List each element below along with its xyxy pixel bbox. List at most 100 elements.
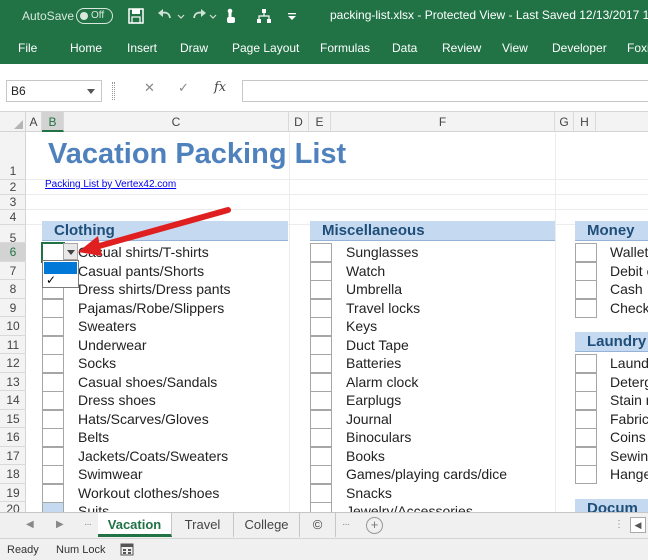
laundry-checkbox-1[interactable] — [575, 354, 597, 373]
column-header-d[interactable]: D — [289, 112, 309, 132]
sheet-tab-college[interactable]: College — [234, 513, 300, 537]
misc-checkbox-14[interactable] — [310, 484, 332, 503]
row-header-4[interactable]: 4 — [0, 210, 26, 225]
sheet-tab-copyright[interactable]: © — [300, 513, 336, 537]
misc-checkbox-6[interactable] — [310, 336, 332, 355]
column-header-e[interactable]: E — [309, 112, 331, 132]
row-header-1[interactable]: 1 — [0, 132, 26, 180]
clothing-checkbox-14[interactable] — [42, 484, 64, 503]
misc-checkbox-1[interactable] — [310, 243, 332, 262]
clothing-checkbox-13[interactable] — [42, 465, 64, 484]
tab-home[interactable]: Home — [70, 41, 102, 55]
name-box-dropdown-icon[interactable] — [87, 89, 95, 94]
sheet-tab-travel[interactable]: Travel — [172, 513, 234, 537]
tab-view[interactable]: View — [502, 41, 528, 55]
laundry-checkbox-2[interactable] — [575, 373, 597, 392]
formula-bar-grip[interactable] — [112, 82, 115, 100]
row-header-13[interactable]: 13 — [0, 373, 26, 391]
scroll-tabs-right-icon[interactable]: ▶ — [56, 519, 64, 530]
scroll-tabs-left-icon[interactable]: ◀ — [26, 519, 34, 530]
hierarchy-icon[interactable] — [255, 7, 273, 25]
column-header-b[interactable]: B — [42, 112, 64, 132]
row-header-5[interactable]: 5 — [0, 225, 26, 245]
laundry-checkbox-3[interactable] — [575, 391, 597, 410]
column-header-a[interactable]: A — [26, 112, 42, 132]
tab-page-layout[interactable]: Page Layout — [232, 41, 299, 55]
clothing-checkbox-11[interactable] — [42, 428, 64, 447]
customize-toolbar-icon[interactable] — [286, 7, 298, 25]
money-checkbox-4[interactable] — [575, 299, 597, 318]
dropdown-option-check[interactable]: ✓ — [46, 274, 56, 287]
tab-formulas[interactable]: Formulas — [320, 41, 370, 55]
money-checkbox-1[interactable] — [575, 243, 597, 262]
name-box[interactable]: B6 — [6, 80, 102, 102]
tab-foxit[interactable]: Foxi — [627, 41, 648, 55]
cell-dropdown-list[interactable]: ✓ — [42, 260, 79, 288]
laundry-checkbox-6[interactable] — [575, 447, 597, 466]
row-header-15[interactable]: 15 — [0, 410, 26, 428]
undo-dropdown-icon[interactable] — [176, 7, 186, 25]
more-tabs-icon[interactable]: ··· — [84, 519, 92, 530]
clothing-checkbox-7[interactable] — [42, 354, 64, 373]
formula-input[interactable] — [242, 80, 648, 102]
misc-checkbox-4[interactable] — [310, 299, 332, 318]
row-header-17[interactable]: 17 — [0, 447, 26, 465]
redo-dropdown-icon[interactable] — [208, 7, 218, 25]
row-header-18[interactable]: 18 — [0, 465, 26, 484]
undo-icon[interactable] — [156, 7, 174, 25]
misc-checkbox-15[interactable] — [310, 502, 332, 512]
clothing-checkbox-4[interactable] — [42, 299, 64, 318]
misc-checkbox-2[interactable] — [310, 262, 332, 281]
autosave-toggle[interactable]: Off — [76, 8, 113, 24]
redo-icon[interactable] — [190, 7, 208, 25]
sheet-tab-vacation[interactable]: Vacation — [98, 513, 172, 537]
column-header-c[interactable]: C — [64, 112, 289, 132]
clothing-checkbox-6[interactable] — [42, 336, 64, 355]
row-header-19[interactable]: 19 — [0, 484, 26, 502]
clothing-checkbox-10[interactable] — [42, 410, 64, 429]
misc-checkbox-12[interactable] — [310, 447, 332, 466]
tab-insert[interactable]: Insert — [127, 41, 157, 55]
laundry-checkbox-7[interactable] — [575, 465, 597, 484]
row-header-14[interactable]: 14 — [0, 391, 26, 410]
column-header-f[interactable]: F — [331, 112, 555, 132]
row-header-6[interactable]: 6 — [0, 243, 26, 262]
scroll-left-icon[interactable]: ◀ — [630, 517, 646, 533]
misc-checkbox-7[interactable] — [310, 354, 332, 373]
macro-recording-icon[interactable] — [120, 543, 134, 556]
tab-draw[interactable]: Draw — [180, 41, 208, 55]
clothing-checkbox-9[interactable] — [42, 391, 64, 410]
new-sheet-button[interactable]: + — [366, 517, 383, 534]
misc-checkbox-3[interactable] — [310, 280, 332, 299]
laundry-checkbox-5[interactable] — [575, 428, 597, 447]
laundry-checkbox-4[interactable] — [575, 410, 597, 429]
clothing-checkbox-12[interactable] — [42, 447, 64, 466]
tab-data[interactable]: Data — [392, 41, 417, 55]
enter-icon[interactable]: ✓ — [178, 80, 189, 96]
misc-checkbox-10[interactable] — [310, 410, 332, 429]
vertex42-link[interactable]: Packing List by Vertex42.com — [45, 179, 176, 190]
row-header-11[interactable]: 11 — [0, 336, 26, 354]
money-checkbox-3[interactable] — [575, 280, 597, 299]
row-header-8[interactable]: 8 — [0, 280, 26, 299]
tab-developer[interactable]: Developer — [552, 41, 607, 55]
row-header-12[interactable]: 12 — [0, 354, 26, 373]
tab-review[interactable]: Review — [442, 41, 481, 55]
clothing-checkbox-5[interactable] — [42, 317, 64, 336]
row-header-7[interactable]: 7 — [0, 262, 26, 280]
insert-function-button[interactable]: fx — [214, 80, 226, 95]
select-all-button[interactable] — [0, 112, 26, 132]
row-header-9[interactable]: 9 — [0, 299, 26, 317]
tab-file[interactable]: File — [18, 41, 37, 55]
misc-checkbox-9[interactable] — [310, 391, 332, 410]
money-checkbox-2[interactable] — [575, 262, 597, 281]
row-header-2[interactable]: 2 — [0, 180, 26, 195]
cell-dropdown-button[interactable] — [63, 243, 78, 260]
cancel-icon[interactable]: ✕ — [144, 80, 155, 96]
clothing-checkbox-15[interactable] — [42, 502, 64, 512]
worksheet-grid[interactable]: Vacation Packing List Packing List by Ve… — [26, 132, 648, 512]
row-header-3[interactable]: 3 — [0, 195, 26, 210]
row-header-16[interactable]: 16 — [0, 428, 26, 447]
column-header-g[interactable]: G — [555, 112, 574, 132]
row-header-10[interactable]: 10 — [0, 317, 26, 336]
